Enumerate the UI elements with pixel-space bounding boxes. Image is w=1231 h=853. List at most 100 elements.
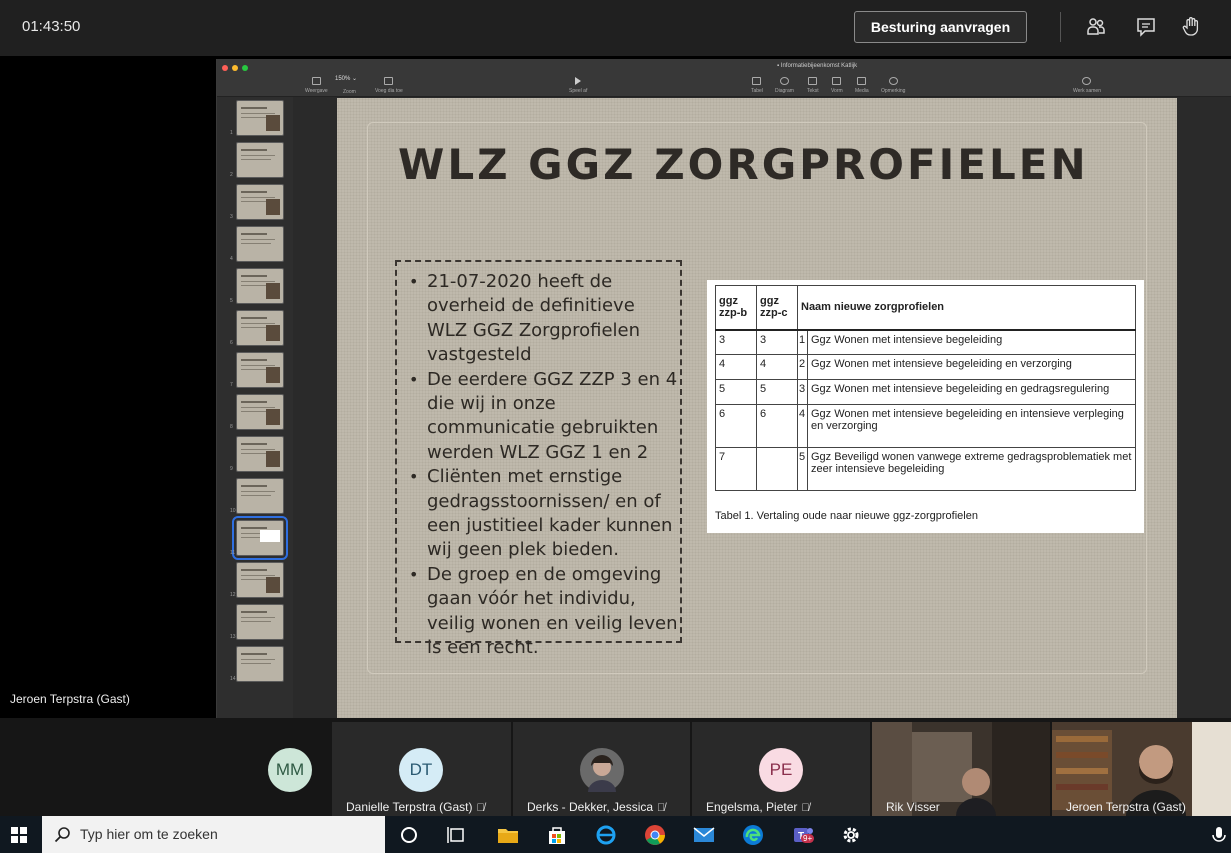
slide-number: 11 xyxy=(230,550,236,556)
table-cell: 1 xyxy=(797,329,808,355)
bullet-item: 21-07-2020 heeft de overheid de definiti… xyxy=(403,270,678,368)
slide-thumbnail[interactable] xyxy=(236,436,284,472)
slide-number: 4 xyxy=(230,256,233,262)
slide-thumbnail[interactable] xyxy=(236,394,284,430)
slide-thumbnail[interactable] xyxy=(236,226,284,262)
avatar-photo xyxy=(580,748,624,792)
play-icon xyxy=(575,77,582,85)
table-cell: 5 xyxy=(715,379,757,405)
toolbar-text-button[interactable]: Tekst xyxy=(807,77,819,94)
thumbnail-title-line xyxy=(241,233,267,235)
task-view-icon[interactable] xyxy=(445,823,469,847)
table-header-zzp-c: ggz zzp-c xyxy=(756,285,798,331)
toolbar-play-button[interactable]: Speel af xyxy=(569,77,587,94)
bullet-list: 21-07-2020 heeft de overheid de definiti… xyxy=(403,270,678,661)
internet-explorer-icon[interactable] xyxy=(594,823,618,847)
slide-thumbnail[interactable] xyxy=(236,604,284,640)
participant-tile-jessica[interactable]: Derks - Dekker, Jessica 🎙̸ xyxy=(513,722,690,816)
toolbar-view-button[interactable]: Weergave xyxy=(305,77,328,94)
slide-title: WLZ GGZ ZORGPROFIELEN xyxy=(398,140,1089,189)
close-window-icon[interactable] xyxy=(222,65,228,71)
table-cell: 5 xyxy=(756,379,798,405)
table-row: 4 4 2 Ggz Wonen met intensieve begeleidi… xyxy=(715,354,1136,380)
table-cell: 3 xyxy=(715,329,757,355)
search-input[interactable] xyxy=(80,826,370,842)
slide-thumbnail[interactable] xyxy=(236,184,284,220)
avatar: DT xyxy=(399,748,443,792)
thumbnail-text-line xyxy=(241,281,275,282)
view-icon xyxy=(311,77,321,85)
thumbnail-text-line xyxy=(241,575,275,576)
mic-off-icon: 🎙̸ xyxy=(801,802,810,814)
microphone-tray-icon[interactable] xyxy=(1210,823,1228,847)
participant-name: Danielle Terpstra (Gast) 🎙̸ xyxy=(346,800,485,814)
edge-icon[interactable] xyxy=(741,823,765,847)
chrome-icon[interactable] xyxy=(643,823,667,847)
table-caption: Tabel 1. Vertaling oude naar nieuwe ggz-… xyxy=(715,510,978,522)
cortana-icon[interactable] xyxy=(397,823,421,847)
thumbnail-title-line xyxy=(241,191,267,193)
slide-thumbnail[interactable] xyxy=(232,516,288,560)
table-icon xyxy=(752,77,762,85)
thumbnail-title-line xyxy=(241,485,267,487)
raise-hand-icon[interactable] xyxy=(1181,16,1203,38)
participant-tile-jeroen[interactable]: Jeroen Terpstra (Gast) xyxy=(1052,722,1231,816)
windows-taskbar: T 9+ xyxy=(0,816,1231,853)
shape-icon xyxy=(832,77,842,85)
participant-tile-pieter[interactable]: PE Engelsma, Pieter 🎙̸ xyxy=(692,722,870,816)
slide-thumbnail[interactable] xyxy=(236,310,284,346)
minimize-window-icon[interactable] xyxy=(232,65,238,71)
slide-number: 10 xyxy=(230,508,236,514)
slide-thumbnail[interactable] xyxy=(236,268,284,304)
slide-number: 8 xyxy=(230,424,233,430)
thumbnail-image xyxy=(266,451,280,467)
request-control-button[interactable]: Besturing aanvragen xyxy=(854,11,1027,43)
participant-tile-danielle[interactable]: DT Danielle Terpstra (Gast) 🎙̸ xyxy=(332,722,511,816)
participants-icon[interactable] xyxy=(1085,16,1107,38)
slide-thumbnail[interactable] xyxy=(236,646,284,682)
toolbar-shape-button[interactable]: Vorm xyxy=(831,77,843,94)
slide-number: 1 xyxy=(230,130,233,136)
teams-app-button[interactable]: T 9+ xyxy=(791,823,815,847)
participant-tile-rik[interactable]: Rik Visser xyxy=(872,722,1050,816)
bullet-item: De groep en de omgeving gaan vóór het in… xyxy=(403,563,678,661)
participant-tile-mm[interactable]: MM xyxy=(230,722,330,816)
slide-thumbnail[interactable] xyxy=(236,562,284,598)
bullet-item: De eerdere GGZ ZZP 3 en 4 die wij in onz… xyxy=(403,368,678,466)
chat-icon[interactable] xyxy=(1135,16,1157,38)
slide-thumbnail[interactable] xyxy=(236,478,284,514)
bullet-item: Cliënten met ernstige gedragsstoornissen… xyxy=(403,465,678,563)
slide-number: 2 xyxy=(230,172,233,178)
slide-thumbnail[interactable] xyxy=(236,100,284,136)
microsoft-store-icon[interactable] xyxy=(545,823,569,847)
participant-name: Engelsma, Pieter 🎙̸ xyxy=(706,800,810,814)
slide-thumbnail[interactable] xyxy=(236,142,284,178)
thumbnail-image xyxy=(266,367,280,383)
mail-icon[interactable] xyxy=(692,823,716,847)
toolbar-comment-button[interactable]: Opmerking xyxy=(881,77,905,94)
table-row: 3 3 1 Ggz Wonen met intensieve begeleidi… xyxy=(715,329,1136,355)
settings-gear-icon[interactable] xyxy=(839,823,863,847)
toolbar-table-button[interactable]: Tabel xyxy=(751,77,763,94)
thumbnail-text-line xyxy=(241,407,275,408)
windows-start-icon[interactable] xyxy=(11,827,27,843)
zoom-select[interactable]: 150% ⌄ xyxy=(335,75,357,82)
thumbnail-title-line xyxy=(241,401,267,403)
chart-icon xyxy=(779,77,789,85)
table-cell: Ggz Wonen met intensieve begeleiding xyxy=(807,329,1136,355)
toolbar-zoom-label-wrap: Zoom xyxy=(343,89,356,95)
zorgprofielen-table-image: ggz zzp-b ggz zzp-c Naam nieuwe zorgprof… xyxy=(707,280,1144,533)
zoom-window-icon[interactable] xyxy=(242,65,248,71)
slide-number: 14 xyxy=(230,676,236,682)
slide-thumbnail[interactable] xyxy=(236,352,284,388)
toolbar-add-slide-button[interactable]: Voeg dia toe xyxy=(375,77,403,94)
toolbar-collaborate-button[interactable]: Werk samen xyxy=(1073,77,1101,94)
file-explorer-icon[interactable] xyxy=(496,823,520,847)
taskbar-search-box[interactable] xyxy=(42,816,385,853)
toolbar-media-button[interactable]: Media xyxy=(855,77,869,94)
thumbnail-text-line xyxy=(241,323,275,324)
zorgprofielen-table: ggz zzp-b ggz zzp-c Naam nieuwe zorgprof… xyxy=(715,285,1136,491)
slide-navigator: 1 2 3 4 5 6 7 8 9 10 11 12 13 14 xyxy=(217,97,293,719)
toolbar-chart-button[interactable]: Diagram xyxy=(775,77,794,94)
table-cell: Ggz Wonen met intensieve begeleiding en … xyxy=(807,354,1136,380)
